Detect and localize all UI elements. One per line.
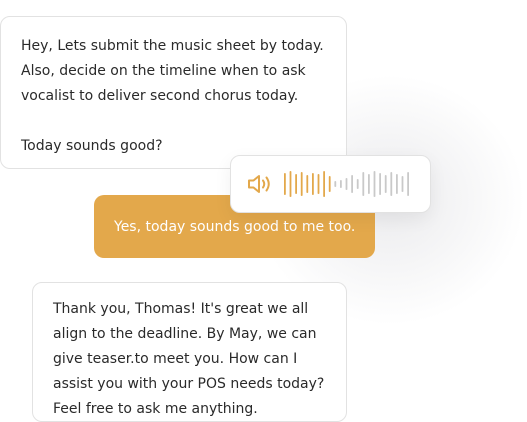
waveform-bar [373, 171, 376, 197]
waveform-bar [384, 175, 387, 193]
waveform-bar [289, 171, 292, 197]
voice-message-player[interactable] [230, 155, 431, 213]
waveform-bar [328, 176, 331, 192]
waveform-bar [345, 178, 348, 190]
waveform-bar [356, 179, 359, 189]
message-text: Thank you, Thomas! It's great we all ali… [53, 301, 325, 417]
waveform-bar [317, 174, 320, 194]
waveform-bar [379, 173, 381, 195]
waveform-bar [284, 173, 286, 195]
waveform-bar [396, 174, 398, 194]
waveform-bar [368, 174, 370, 194]
waveform-bar [362, 172, 365, 196]
waveform-bar [300, 172, 303, 196]
waveform-bar [351, 175, 353, 193]
message-text: Yes, today sounds good to me too. [114, 218, 356, 235]
waveform-bar [390, 172, 393, 196]
waveform-bar [340, 180, 342, 188]
speaker-icon[interactable] [247, 172, 273, 196]
waveform-bar [323, 171, 325, 197]
message-text: Hey, Lets submit the music sheet by toda… [21, 38, 324, 154]
waveform-bar [312, 173, 314, 195]
waveform-bar [334, 181, 337, 187]
waveform-bar [295, 174, 297, 194]
waveform-bar [306, 175, 309, 193]
waveform-bar [401, 176, 404, 192]
incoming-message: Hey, Lets submit the music sheet by toda… [0, 16, 347, 169]
waveform-bar [407, 172, 409, 196]
audio-waveform[interactable] [283, 170, 413, 198]
incoming-message: Thank you, Thomas! It's great we all ali… [32, 282, 347, 422]
